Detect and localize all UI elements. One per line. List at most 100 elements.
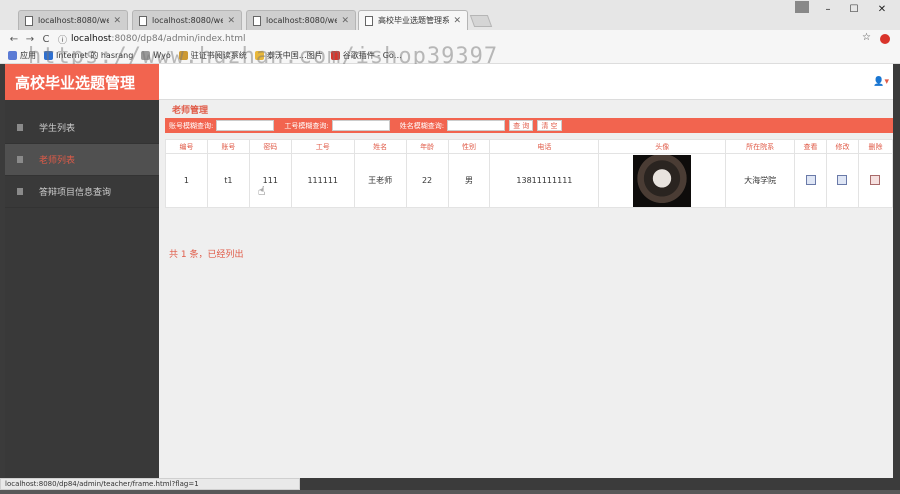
teacher-table: 编号 账号 密码 工号 姓名 年龄 性别 电话 头像 所在院系 查看 修改 删除: [165, 139, 894, 208]
col-edit: 修改: [826, 139, 859, 154]
filter-label-jobno: 工号模糊查询:: [284, 121, 329, 130]
col-account: 账号: [206, 139, 250, 154]
file-icon: [17, 188, 23, 195]
close-window-button[interactable]: ✕: [868, 0, 896, 18]
address-bar: ← → C ⓘ localhost:8080/dp84/admin/index.…: [0, 30, 900, 48]
hand-cursor-icon: ☝: [258, 184, 266, 198]
col-age: 年龄: [405, 139, 449, 154]
col-delete: 删除: [857, 139, 894, 154]
jobno-search-input[interactable]: [331, 120, 390, 131]
table-header-row: 编号 账号 密码 工号 姓名 年龄 性别 电话 头像 所在院系 查看 修改 删除: [165, 139, 894, 154]
col-avatar: 头像: [598, 139, 727, 154]
shield-icon: [44, 51, 53, 60]
forward-icon[interactable]: →: [22, 34, 38, 45]
tab-label: 高校毕业选题管理系统: [378, 16, 450, 25]
app-frame: 高校毕业选题管理 学生列表 老师列表 答辩项目信息查询 👤▾ 老师管理 账号模糊…: [5, 64, 894, 478]
col-password: 密码: [248, 139, 292, 154]
avatar: [633, 154, 692, 207]
minimize-button[interactable]: –: [814, 0, 842, 18]
cell-phone: 13811111111: [489, 153, 600, 208]
browser-tab-3[interactable]: localhost:8080/webtop ✕: [246, 10, 356, 30]
main-content: 老师管理 账号模糊查询: 工号模糊查询: 姓名模糊查询: 查 询 清 空 编号 …: [159, 100, 894, 478]
col-gender: 性别: [447, 139, 491, 154]
bookmark-apps[interactable]: 应用: [8, 50, 36, 61]
col-jobno: 工号: [290, 139, 355, 154]
col-dept: 所在院系: [725, 139, 796, 154]
apps-icon: [8, 51, 17, 60]
section-title: 老师管理: [172, 106, 209, 116]
page-icon: [141, 51, 151, 60]
bookmark-item[interactable]: 谷歌插件 - Go…: [330, 50, 402, 61]
account-search-input[interactable]: [216, 120, 275, 131]
sidebar-item-label: 答辩项目信息查询: [39, 188, 112, 198]
file-icon: [17, 124, 23, 131]
profile-icon[interactable]: [795, 1, 809, 13]
close-icon[interactable]: ✕: [113, 16, 121, 26]
cell-age: 22: [405, 153, 449, 208]
bookmark-item[interactable]: 驻证书阅读系统: [178, 50, 247, 61]
maximize-button[interactable]: ☐: [840, 0, 868, 18]
bookmarks-bar: 应用 Internet 的 hasrang Wyo 驻证书阅读系统 泰沃中国…图…: [0, 48, 900, 64]
document-icon: [253, 15, 261, 26]
col-id: 编号: [165, 139, 208, 154]
cell-account: t1: [206, 153, 250, 208]
file-icon: [17, 156, 23, 163]
tab-label: localhost:8080/webtop: [266, 16, 337, 25]
cell-jobno: 111111: [290, 153, 355, 208]
document-icon: [25, 15, 33, 26]
filter-label-name: 姓名模糊查询:: [399, 121, 445, 130]
table-row: 1 t1 111 111111 王老师 22 男 13811111111 大海学…: [165, 153, 894, 208]
cell-id: 1: [165, 153, 208, 208]
extension-icon[interactable]: [880, 34, 890, 44]
sidebar-item-students[interactable]: 学生列表: [5, 112, 159, 144]
user-dropdown-icon[interactable]: 👤▾: [873, 77, 889, 87]
browser-tab-2[interactable]: localhost:8080/webtop ✕: [132, 10, 242, 30]
document-icon: [365, 15, 373, 26]
sidebar-item-defense-query[interactable]: 答辩项目信息查询: [5, 176, 159, 208]
cell-view: [794, 153, 827, 208]
sidebar-item-label: 学生列表: [39, 124, 76, 134]
reload-icon[interactable]: C: [38, 34, 54, 45]
reset-button[interactable]: 清 空: [537, 120, 562, 131]
folder-icon: [254, 51, 264, 60]
site-icon: [330, 51, 340, 60]
bookmark-item[interactable]: Internet 的 hasrang: [44, 50, 133, 61]
document-icon: [139, 15, 147, 26]
col-name: 姓名: [353, 139, 407, 154]
filter-label-account: 账号模糊查询:: [169, 121, 214, 130]
cell-password: 111: [248, 153, 292, 208]
close-icon[interactable]: ✕: [341, 16, 349, 26]
url-field[interactable]: ⓘ localhost:8080/dp84/admin/index.html: [58, 32, 858, 46]
col-phone: 电话: [489, 139, 600, 154]
record-summary: 共 1 条，已经列出: [169, 250, 244, 260]
query-button[interactable]: 查 询: [509, 120, 534, 131]
bookmark-item[interactable]: 泰沃中国…图片: [254, 50, 323, 61]
sidebar-item-teachers[interactable]: 老师列表: [5, 144, 159, 176]
sidebar-item-label: 老师列表: [39, 156, 76, 166]
new-tab-button[interactable]: [469, 15, 493, 27]
close-icon[interactable]: ✕: [227, 16, 235, 26]
cell-gender: 男: [447, 153, 491, 208]
tab-label: localhost:8080/webtop: [38, 16, 109, 25]
cell-edit: [826, 153, 859, 208]
cell-avatar: [598, 153, 727, 208]
name-search-input[interactable]: [447, 120, 506, 131]
back-icon[interactable]: ←: [6, 34, 22, 45]
tab-label: localhost:8080/webtop: [152, 16, 223, 25]
edit-icon[interactable]: [837, 174, 848, 185]
status-bar: localhost:8080/dp84/admin/teacher/frame.…: [0, 478, 300, 490]
cell-dept: 大海学院: [725, 153, 796, 208]
bookmark-item[interactable]: Wyo: [141, 51, 171, 60]
browser-tab-1[interactable]: localhost:8080/webtop ✕: [18, 10, 128, 30]
site-icon: [178, 51, 188, 60]
url-path: :8080/dp84/admin/index.html: [111, 34, 246, 44]
delete-icon[interactable]: [870, 174, 881, 185]
close-icon[interactable]: ✕: [453, 16, 461, 26]
bookmark-star-icon[interactable]: ☆: [862, 32, 871, 43]
info-icon: ⓘ: [58, 35, 68, 46]
browser-tab-4-active[interactable]: 高校毕业选题管理系统 ✕: [358, 10, 468, 30]
col-view: 查看: [794, 139, 827, 154]
cell-name: 王老师: [353, 153, 407, 208]
view-icon[interactable]: [805, 174, 816, 185]
browser-tab-strip: localhost:8080/webtop ✕ localhost:8080/w…: [0, 0, 900, 30]
